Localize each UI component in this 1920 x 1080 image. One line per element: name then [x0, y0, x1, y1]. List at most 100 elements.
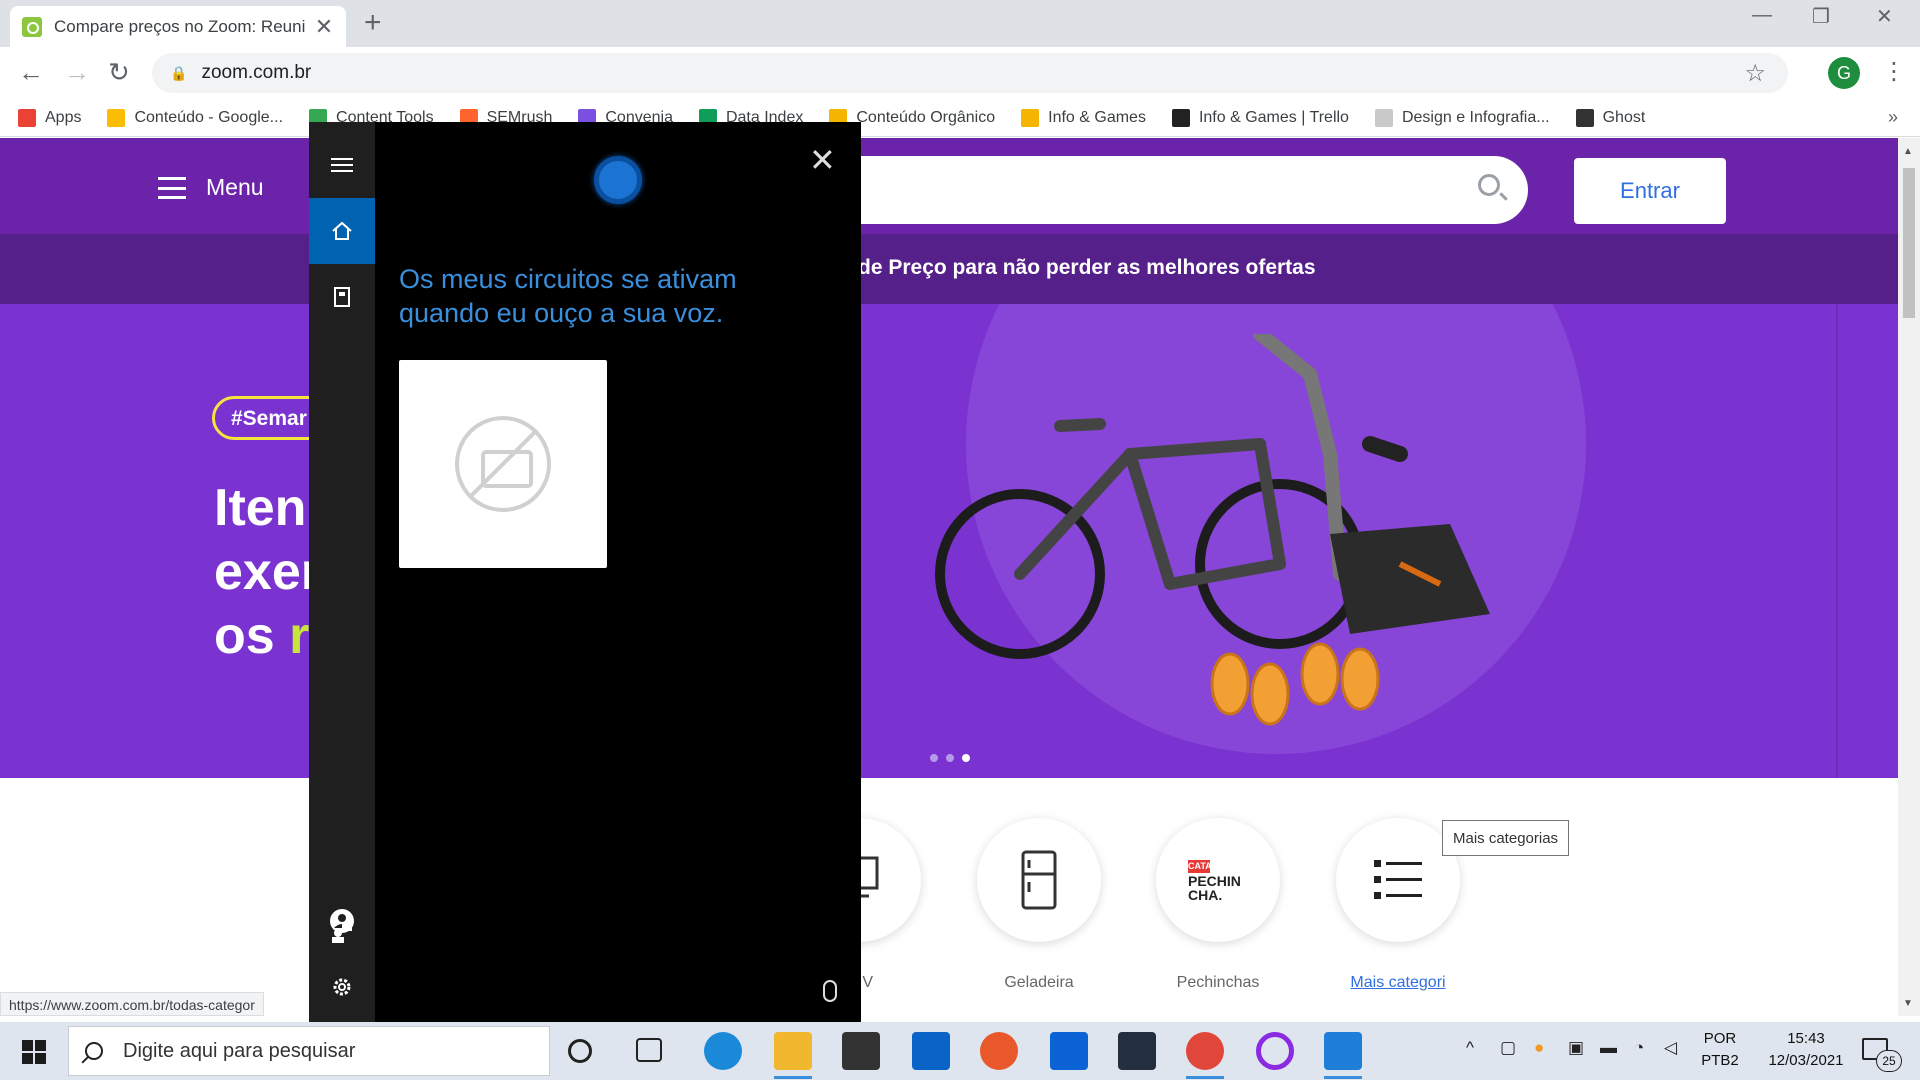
cortana-panel: ✕ Os meus circuitos se ativam quando eu …: [309, 122, 861, 1022]
scroll-up-icon[interactable]: ▲: [1903, 146, 1913, 157]
hamburger-icon: [158, 176, 186, 199]
window-close-icon[interactable]: ✕: [1876, 4, 1893, 29]
bookmark-ghost[interactable]: Ghost: [1575, 108, 1645, 127]
cortana-close-icon[interactable]: ✕: [809, 144, 836, 176]
category-icon-ring: CATA PECHIN CHA.: [1156, 818, 1280, 942]
cortana-app-icon[interactable]: [1256, 1032, 1294, 1070]
hero-banner[interactable]: #Semar Iten exer os r: [0, 304, 1898, 778]
bookmark-star-icon[interactable]: ☆: [1744, 59, 1766, 88]
bookmark-conteudo-google[interactable]: Conteúdo - Google...: [107, 108, 283, 127]
slack-icon[interactable]: [1324, 1032, 1362, 1079]
restore-icon[interactable]: ❐: [1812, 4, 1830, 29]
promo-bar[interactable]: de Preço para não perder as melhores ofe…: [0, 234, 1898, 304]
no-camera-icon: [455, 416, 551, 512]
cortana-notebook-button[interactable]: [309, 264, 375, 330]
fridge-icon: [1021, 850, 1057, 910]
lock-icon[interactable]: 🔒: [170, 65, 187, 82]
amazon-icon[interactable]: [1118, 1032, 1156, 1070]
carousel-dot[interactable]: [946, 754, 954, 762]
reload-icon[interactable]: ↻: [108, 57, 130, 87]
cortana-image-card[interactable]: [399, 360, 607, 568]
carousel-dots: [930, 754, 978, 762]
analytics-icon: [1021, 108, 1040, 127]
hero-heading-line-2: exer: [214, 543, 321, 601]
hero-divider: [1836, 304, 1838, 778]
pechinchas-logo: PECHIN CHA.: [1188, 873, 1241, 903]
tray-expand-icon[interactable]: ^: [1466, 1038, 1474, 1058]
cortana-circle-icon[interactable]: [568, 1039, 592, 1063]
input-language[interactable]: POR PTB2: [1698, 1028, 1742, 1072]
bookmark-apps[interactable]: Apps: [18, 108, 81, 127]
mail-icon[interactable]: [912, 1032, 950, 1070]
battery-icon[interactable]: ▬: [1600, 1038, 1617, 1058]
category-label: Geladeira: [1004, 974, 1074, 991]
tray-device-icon[interactable]: ▢: [1500, 1038, 1516, 1058]
site-menu-button[interactable]: Menu: [158, 174, 264, 201]
tray-display-icon[interactable]: ▣: [1568, 1038, 1584, 1058]
bookmark-info-games[interactable]: Info & Games: [1021, 108, 1146, 127]
browser-toolbar: ← → ↻ 🔒 zoom.com.br ☆ G ⋮: [0, 47, 1920, 99]
profile-avatar[interactable]: G: [1828, 57, 1860, 89]
wifi-icon[interactable]: ◔: [1634, 1038, 1644, 1058]
categories-row: V Geladeira CATA PECHIN CHA. Pechinchas …: [0, 778, 1898, 1016]
tray-cloud-icon[interactable]: ●: [1534, 1038, 1544, 1058]
dropbox-icon[interactable]: [1050, 1032, 1088, 1070]
browser-menu-icon[interactable]: ⋮: [1882, 57, 1906, 86]
category-label: Pechinchas: [1176, 974, 1260, 991]
search-icon[interactable]: [1478, 174, 1500, 196]
back-icon[interactable]: ←: [18, 57, 44, 87]
more-bookmarks-icon[interactable]: »: [1888, 107, 1898, 128]
tab-close-icon[interactable]: ✕: [314, 14, 334, 40]
taskbar-search-placeholder: Digite aqui para pesquisar: [123, 1039, 356, 1062]
status-bar-url: https://www.zoom.com.br/todas-categor: [0, 992, 264, 1016]
bookmark-design-infografia[interactable]: Design e Infografia...: [1374, 108, 1550, 127]
volume-icon[interactable]: ◁: [1664, 1038, 1677, 1058]
new-tab-button[interactable]: +: [364, 8, 382, 38]
zoom-favicon-icon: [22, 16, 42, 37]
apps-grid-icon: [18, 108, 36, 127]
home-icon: [332, 221, 352, 240]
cortana-feedback-button[interactable]: [309, 900, 375, 966]
search-icon: [85, 1042, 103, 1060]
carousel-dot-active[interactable]: [962, 754, 970, 762]
url-text: zoom.com.br: [201, 62, 312, 83]
scrollbar-thumb[interactable]: [1903, 168, 1915, 318]
carousel-dot[interactable]: [930, 754, 938, 762]
scroll-down-icon[interactable]: ▼: [1903, 998, 1913, 1009]
cortana-home-button[interactable]: [309, 198, 375, 264]
windows-start-icon[interactable]: [22, 1040, 46, 1064]
cortana-menu-button[interactable]: [309, 132, 375, 198]
windows-taskbar: Digite aqui para pesquisar ^ ▢ ● ▣ ▬ ◔ ◁…: [0, 1022, 1920, 1080]
tab-title: Compare preços no Zoom: Reuni: [54, 16, 306, 36]
bookmark-info-games-trello[interactable]: Info & Games | Trello: [1171, 108, 1349, 127]
store-icon[interactable]: [842, 1032, 880, 1070]
tab-strip: Compare preços no Zoom: Reuni ✕ + — ❐ ✕: [0, 0, 1920, 47]
hero-heading-line-1: Iten: [214, 479, 307, 537]
browser-tab[interactable]: Compare preços no Zoom: Reuni ✕: [10, 6, 346, 47]
minimize-icon[interactable]: —: [1752, 4, 1772, 27]
pechinchas-tag: CATA: [1188, 860, 1212, 873]
edge-icon[interactable]: [704, 1032, 742, 1070]
category-label-link[interactable]: Mais categori: [1334, 974, 1462, 992]
login-button[interactable]: Entrar: [1574, 158, 1726, 224]
file-explorer-icon[interactable]: [774, 1032, 812, 1079]
notification-count-badge: 25: [1876, 1050, 1902, 1072]
category-geladeira[interactable]: Geladeira: [975, 818, 1103, 992]
promo-text: de Preço para não perder as melhores ofe…: [858, 256, 1316, 279]
task-view-icon[interactable]: [636, 1038, 662, 1062]
microphone-icon[interactable]: [823, 980, 837, 1002]
page-scrollbar[interactable]: ▲ ▼: [1898, 138, 1920, 1016]
taskbar-clock[interactable]: 15:43 12/03/2021: [1756, 1028, 1856, 1072]
hero-heading-line-3: os r: [214, 607, 310, 665]
chrome-icon[interactable]: [1186, 1032, 1224, 1079]
clock-date: 12/03/2021: [1768, 1052, 1844, 1069]
notebook-icon: [334, 287, 350, 307]
clock-time: 15:43: [1787, 1030, 1825, 1047]
forward-icon[interactable]: →: [64, 57, 90, 87]
cortana-sidebar: [309, 122, 375, 1022]
category-pechinchas[interactable]: CATA PECHIN CHA. Pechinchas: [1154, 818, 1282, 992]
firefox-icon[interactable]: [980, 1032, 1018, 1070]
address-bar[interactable]: 🔒 zoom.com.br ☆: [152, 53, 1788, 93]
taskbar-search-input[interactable]: Digite aqui para pesquisar: [68, 1026, 550, 1076]
site-search-input[interactable]: [820, 156, 1528, 224]
